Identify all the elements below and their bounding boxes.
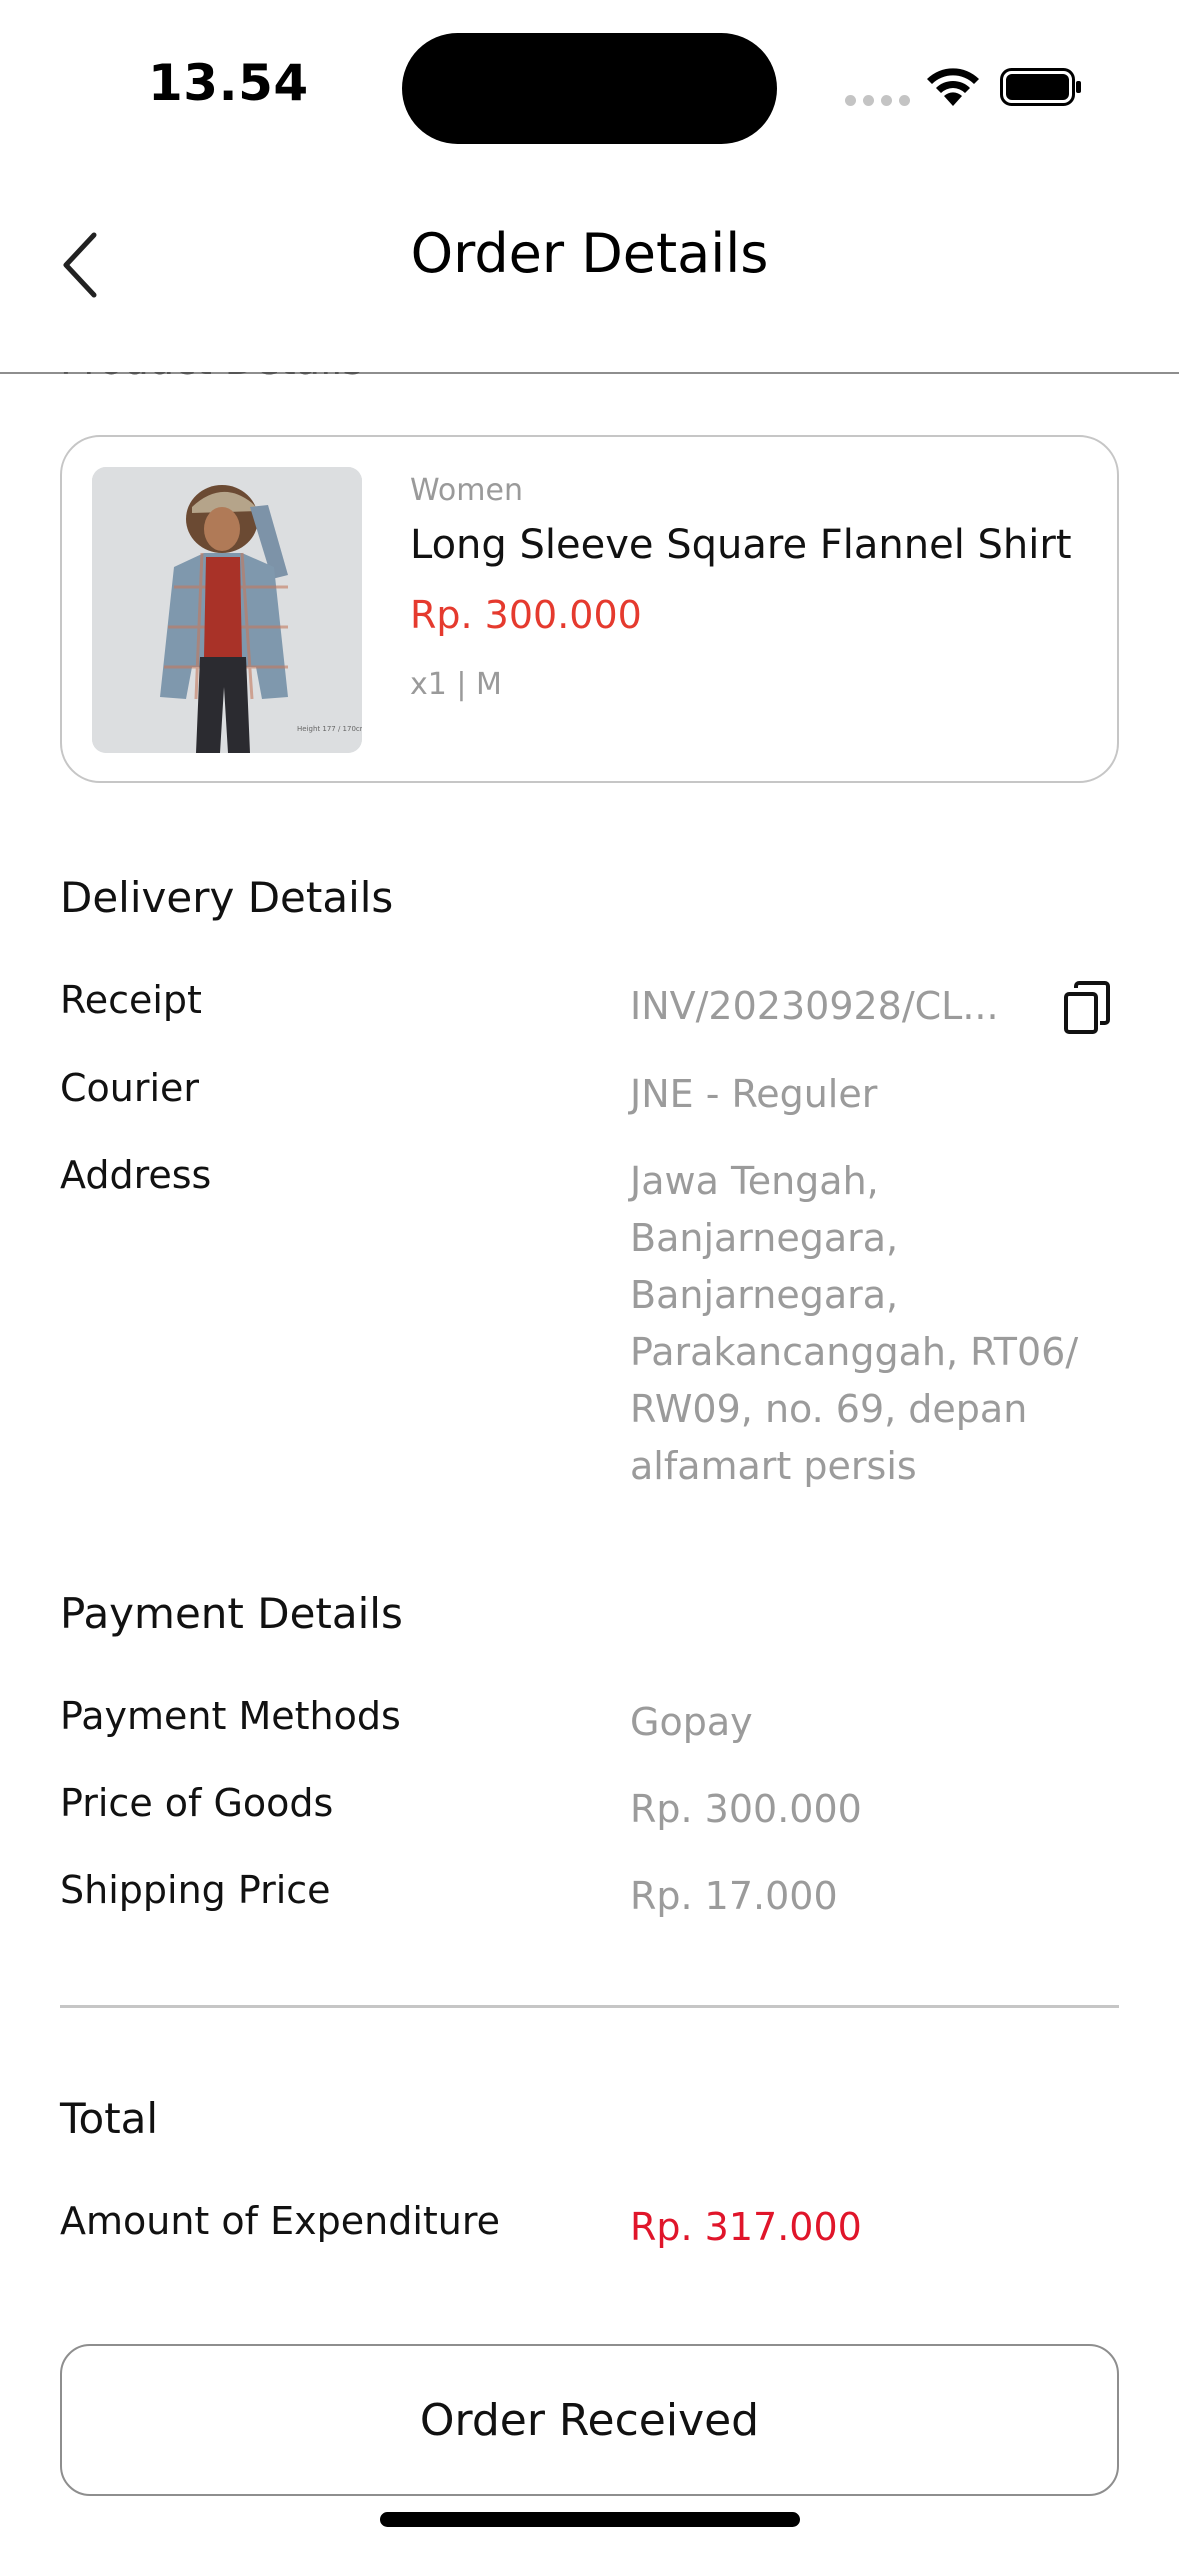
product-name: Long Sleeve Square Flannel Shirt: [410, 522, 1072, 568]
divider: [60, 2005, 1119, 2008]
delivery-details-title: Delivery Details: [60, 873, 394, 922]
svg-text:Height 177 / 170cm Size M: Height 177 / 170cm Size M: [297, 725, 362, 733]
receipt-value: INV/20230928/CL...: [630, 984, 999, 1028]
courier-label: Courier: [60, 1066, 200, 1110]
wifi-icon: [927, 68, 979, 106]
payment-method-value: Gopay: [630, 1700, 753, 1744]
status-time: 13.54: [148, 54, 309, 112]
cellular-signal-icon: [845, 95, 910, 106]
total-title: Total: [60, 2094, 159, 2143]
product-card[interactable]: Height 177 / 170cm Size M Women Long Sle…: [60, 435, 1119, 783]
dynamic-island: [402, 33, 777, 144]
product-variant: x1 | M: [410, 667, 502, 702]
amount-value: Rp. 317.000: [630, 2205, 862, 2249]
address-value: Jawa Tengah, Banjarnegara, Banjarnegara,…: [630, 1159, 1079, 1488]
product-category: Women: [410, 473, 523, 508]
receipt-label: Receipt: [60, 978, 202, 1022]
price-of-goods-label: Price of Goods: [60, 1781, 334, 1825]
courier-value: JNE - Reguler: [630, 1072, 878, 1116]
shipping-price-value: Rp. 17.000: [630, 1874, 838, 1918]
status-bar: 13.54: [0, 0, 1179, 170]
copy-icon[interactable]: [1062, 980, 1112, 1036]
shipping-price-label: Shipping Price: [60, 1868, 331, 1912]
navigation-header: Order Details: [0, 170, 1179, 374]
order-received-button[interactable]: Order Received: [60, 2344, 1119, 2496]
home-indicator[interactable]: [380, 2512, 800, 2527]
product-image: Height 177 / 170cm Size M: [92, 467, 362, 753]
page-title: Order Details: [410, 222, 769, 285]
address-label: Address: [60, 1153, 212, 1197]
battery-icon: [1000, 68, 1081, 106]
payment-method-label: Payment Methods: [60, 1694, 401, 1738]
product-price: Rp. 300.000: [410, 593, 642, 637]
payment-details-title: Payment Details: [60, 1589, 403, 1638]
product-section-title: Product Details: [60, 372, 420, 382]
amount-label: Amount of Expenditure: [60, 2199, 501, 2243]
price-of-goods-value: Rp. 300.000: [630, 1787, 862, 1831]
